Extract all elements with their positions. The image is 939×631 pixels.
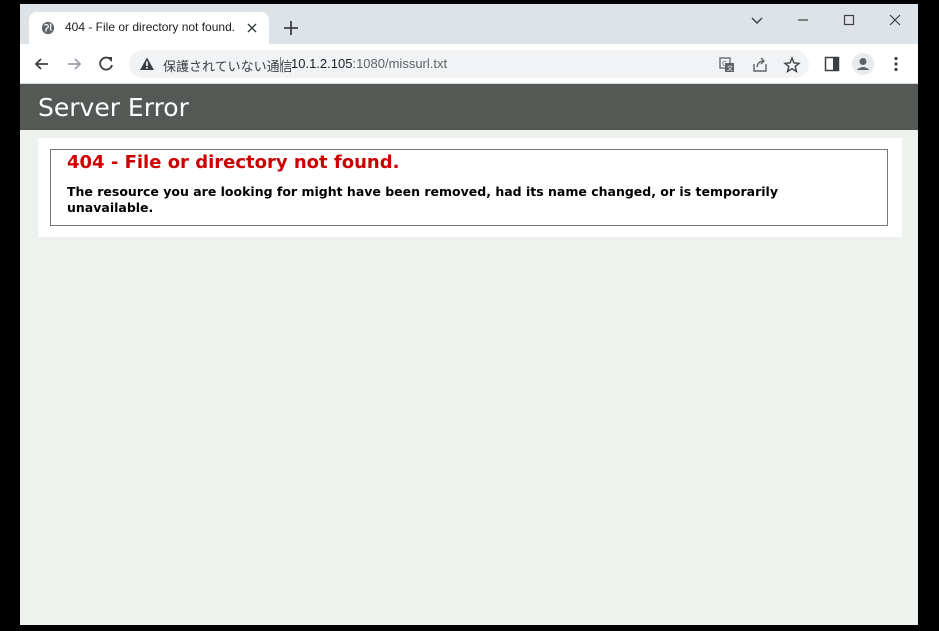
error-message: The resource you are looking for might h…: [67, 184, 778, 215]
url-path: :1080/missurl.txt: [352, 56, 448, 71]
browser-tab[interactable]: 404 - File or directory not found.: [29, 12, 269, 44]
minimize-icon[interactable]: [793, 10, 813, 30]
side-panel-icon[interactable]: [822, 54, 842, 74]
page-title: Server Error: [38, 93, 189, 122]
translate-icon[interactable]: G 文: [718, 56, 736, 74]
plus-icon[interactable]: [282, 19, 300, 37]
back-icon[interactable]: [32, 54, 52, 74]
divider: [280, 57, 281, 72]
page-header: Server Error: [20, 84, 918, 130]
chevron-down-icon[interactable]: [747, 10, 767, 30]
warning-icon[interactable]: [139, 56, 155, 72]
tab-strip: 404 - File or directory not found.: [20, 4, 918, 44]
close-icon[interactable]: [245, 21, 259, 35]
url-host: 10.1.2.105: [291, 56, 353, 71]
globe-icon: [41, 21, 55, 35]
star-icon[interactable]: [783, 56, 801, 74]
reload-icon[interactable]: [96, 54, 116, 74]
error-box: 404 - File or directory not found. The r…: [50, 149, 888, 226]
error-heading: 404 - File or directory not found.: [67, 152, 400, 173]
security-label[interactable]: 保護されていない通信: [163, 56, 293, 75]
browser-toolbar: 保護されていない通信 10.1.2.105:1080/missurl.txt G…: [20, 44, 918, 84]
url-text[interactable]: 10.1.2.105:1080/missurl.txt: [291, 56, 447, 71]
forward-icon[interactable]: [64, 54, 84, 74]
window-close-icon[interactable]: [885, 10, 905, 30]
address-bar[interactable]: 保護されていない通信 10.1.2.105:1080/missurl.txt G…: [129, 50, 809, 78]
share-icon[interactable]: [751, 56, 769, 74]
tab-title: 404 - File or directory not found.: [65, 20, 236, 34]
svg-text:文: 文: [727, 65, 733, 73]
profile-icon[interactable]: [852, 53, 874, 75]
more-icon[interactable]: [886, 54, 906, 74]
error-content: 404 - File or directory not found. The r…: [38, 138, 902, 237]
maximize-icon[interactable]: [839, 10, 859, 30]
browser-window: 404 - File or directory not found. 保護されて…: [20, 4, 918, 625]
